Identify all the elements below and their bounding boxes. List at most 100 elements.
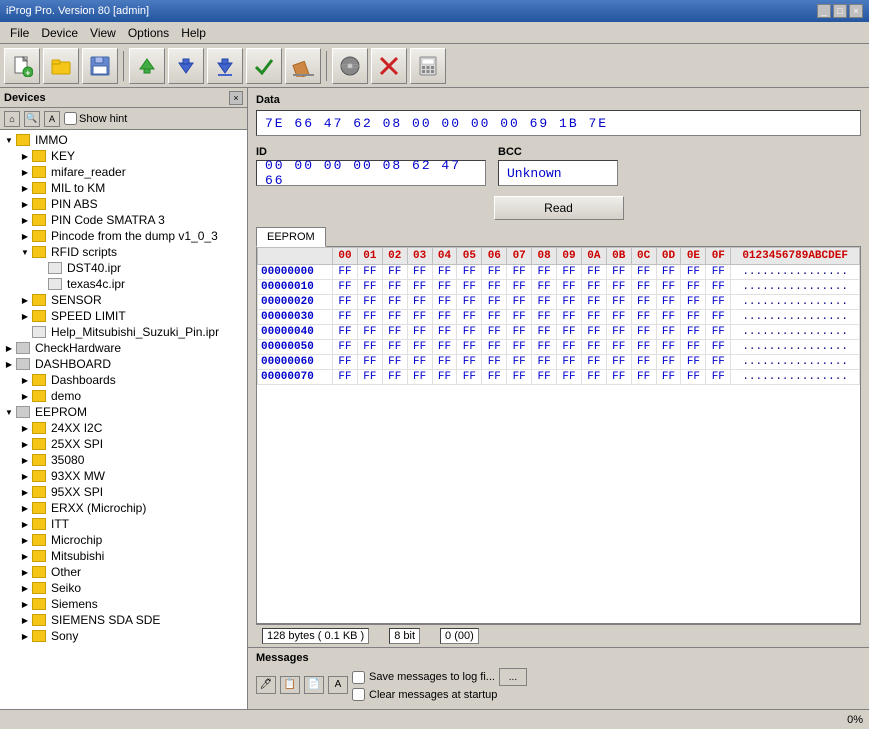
expand-arrow-icon[interactable]: ▶ — [20, 167, 30, 177]
hex-cell[interactable]: FF — [631, 280, 656, 295]
check-button[interactable] — [246, 48, 282, 84]
hex-cell[interactable]: FF — [507, 340, 532, 355]
new-button[interactable]: + — [4, 48, 40, 84]
hex-cell[interactable]: FF — [532, 355, 557, 370]
expand-arrow-icon[interactable]: ▶ — [20, 615, 30, 625]
hex-cell[interactable]: FF — [482, 310, 507, 325]
messages-copy-button[interactable]: 📋 — [280, 676, 300, 694]
save-button[interactable] — [82, 48, 118, 84]
hex-cell[interactable]: FF — [357, 265, 382, 280]
menu-view[interactable]: View — [84, 24, 122, 42]
hex-cell[interactable]: FF — [606, 325, 631, 340]
hex-cell[interactable]: FF — [656, 265, 681, 280]
menu-options[interactable]: Options — [122, 24, 175, 42]
expand-arrow-icon[interactable]: ▶ — [4, 343, 14, 353]
hex-cell[interactable]: FF — [681, 295, 706, 310]
hex-cell[interactable]: FF — [557, 280, 582, 295]
save-log-checkbox[interactable] — [352, 671, 365, 684]
devices-font-button[interactable]: A — [44, 111, 60, 127]
tree-item[interactable]: ▶Sony — [2, 628, 245, 644]
tree-item[interactable]: ▶SENSOR — [2, 292, 245, 308]
tree-item[interactable]: DST40.ipr — [2, 260, 245, 276]
hex-cell[interactable]: FF — [706, 280, 731, 295]
hex-cell[interactable]: FF — [656, 340, 681, 355]
tree-item[interactable]: ▶MIL to KM — [2, 180, 245, 196]
tree-item[interactable]: ▶Siemens — [2, 596, 245, 612]
tree-item[interactable]: ▶SIEMENS SDA SDE — [2, 612, 245, 628]
hex-cell[interactable]: FF — [656, 355, 681, 370]
hex-cell[interactable]: FF — [482, 280, 507, 295]
hex-cell[interactable]: FF — [532, 340, 557, 355]
hex-cell[interactable]: FF — [382, 325, 407, 340]
tree-item[interactable]: ▶mifare_reader — [2, 164, 245, 180]
hex-cell[interactable]: FF — [631, 310, 656, 325]
disk-button[interactable] — [332, 48, 368, 84]
download-button[interactable] — [168, 48, 204, 84]
hex-cell[interactable]: FF — [407, 340, 432, 355]
tree-item[interactable]: texas4c.ipr — [2, 276, 245, 292]
hex-cell[interactable]: FF — [681, 370, 706, 385]
hex-cell[interactable]: FF — [432, 310, 457, 325]
hex-cell[interactable]: FF — [631, 340, 656, 355]
hex-cell[interactable]: FF — [382, 265, 407, 280]
tree-item[interactable]: ▶KEY — [2, 148, 245, 164]
tree-item[interactable]: ▼EEPROM — [2, 404, 245, 420]
hex-cell[interactable]: FF — [581, 265, 606, 280]
hex-cell[interactable]: FF — [407, 370, 432, 385]
hex-cell[interactable]: FF — [457, 355, 482, 370]
expand-arrow-icon[interactable]: ▶ — [20, 215, 30, 225]
hex-cell[interactable]: FF — [507, 310, 532, 325]
hex-cell[interactable]: FF — [532, 325, 557, 340]
hex-cell[interactable]: FF — [532, 310, 557, 325]
tree-item[interactable]: ▶PIN Code SMATRA 3 — [2, 212, 245, 228]
hex-cell[interactable]: FF — [581, 295, 606, 310]
show-hint-checkbox[interactable] — [64, 112, 77, 125]
hex-cell[interactable]: FF — [581, 355, 606, 370]
tree-item[interactable]: ▼IMMO — [2, 132, 245, 148]
hex-cell[interactable]: FF — [557, 295, 582, 310]
hex-cell[interactable]: FF — [532, 280, 557, 295]
hex-cell[interactable]: FF — [706, 355, 731, 370]
hex-cell[interactable]: FF — [333, 310, 358, 325]
hex-cell[interactable]: FF — [606, 295, 631, 310]
hex-cell[interactable]: FF — [631, 295, 656, 310]
expand-arrow-icon[interactable]: ▶ — [20, 471, 30, 481]
messages-clear-button[interactable]: 🖊 — [256, 676, 276, 694]
hex-cell[interactable]: FF — [432, 280, 457, 295]
expand-arrow-icon[interactable]: ▶ — [20, 231, 30, 241]
hex-cell[interactable]: FF — [333, 280, 358, 295]
hex-cell[interactable]: FF — [357, 295, 382, 310]
devices-search-button[interactable]: 🔍 — [24, 111, 40, 127]
hex-cell[interactable]: FF — [681, 340, 706, 355]
hex-cell[interactable]: FF — [432, 340, 457, 355]
browse-log-button[interactable]: ... — [499, 668, 527, 686]
hex-cell[interactable]: FF — [382, 340, 407, 355]
hex-cell[interactable]: FF — [507, 370, 532, 385]
hex-cell[interactable]: FF — [457, 325, 482, 340]
hex-cell[interactable]: FF — [532, 295, 557, 310]
download2-button[interactable] — [207, 48, 243, 84]
hex-cell[interactable]: FF — [706, 370, 731, 385]
hex-cell[interactable]: FF — [656, 325, 681, 340]
hex-cell[interactable]: FF — [557, 265, 582, 280]
hex-cell[interactable]: FF — [681, 265, 706, 280]
hex-cell[interactable]: FF — [606, 280, 631, 295]
hex-cell[interactable]: FF — [507, 280, 532, 295]
hex-cell[interactable]: FF — [482, 340, 507, 355]
devices-home-button[interactable]: ⌂ — [4, 111, 20, 127]
tree-item[interactable]: ▼RFID scripts — [2, 244, 245, 260]
hex-cell[interactable]: FF — [357, 370, 382, 385]
stop-button[interactable] — [371, 48, 407, 84]
tree-item[interactable]: ▶PIN ABS — [2, 196, 245, 212]
minimize-button[interactable]: _ — [817, 4, 831, 18]
hex-cell[interactable]: FF — [457, 265, 482, 280]
expand-arrow-icon[interactable]: ▶ — [20, 551, 30, 561]
hex-cell[interactable]: FF — [382, 310, 407, 325]
hex-cell[interactable]: FF — [507, 325, 532, 340]
hex-cell[interactable]: FF — [631, 355, 656, 370]
tree-area[interactable]: ▼IMMO▶KEY▶mifare_reader▶MIL to KM▶PIN AB… — [0, 130, 247, 709]
tree-item[interactable]: Help_Mitsubishi_Suzuki_Pin.ipr — [2, 324, 245, 340]
expand-arrow-icon[interactable]: ▶ — [20, 631, 30, 641]
expand-arrow-icon[interactable]: ▼ — [4, 135, 14, 145]
hex-cell[interactable]: FF — [333, 340, 358, 355]
